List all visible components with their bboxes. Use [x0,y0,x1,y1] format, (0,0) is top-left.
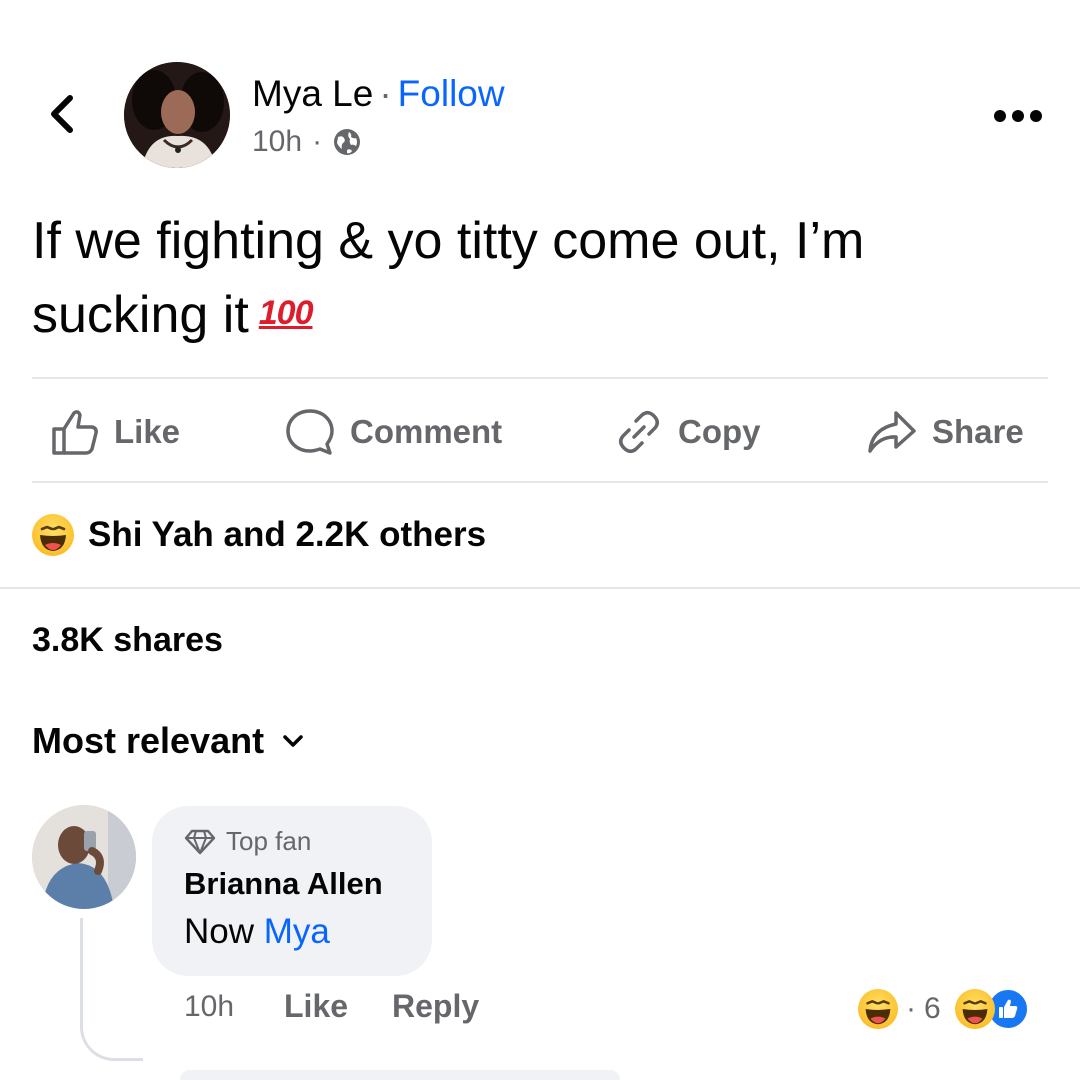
hundred-points-emoji: 100 [258,294,314,332]
reaction-count: 6 [924,992,941,1025]
comment-reply-button[interactable]: Reply [392,988,479,1025]
copy-label: Copy [678,413,761,450]
diamond-icon [184,829,216,854]
divider [0,587,1080,589]
post-text: If we fighting & yo titty come out, I’m … [32,205,1042,351]
divider [32,377,1048,379]
commenter-name[interactable]: Brianna Allen [184,866,383,902]
haha-emoji-icon [32,514,74,556]
comment-like-button[interactable]: Like [284,988,348,1025]
avatar-photo [124,62,230,168]
commenter-photo [32,805,136,909]
comment-label: Comment [350,413,503,450]
comment-icon [286,409,334,455]
share-label: Share [932,413,1024,450]
chevron-left-icon [51,95,73,133]
reaction-icons [954,988,1029,1030]
comment-text: Now Mya [184,912,330,952]
next-comment-preview [180,1070,620,1080]
comment-button[interactable]: Comment [284,404,502,460]
back-button[interactable] [40,92,84,136]
reaction-separator: · [906,992,916,1025]
sort-label: Most relevant [32,720,265,761]
mention-link[interactable]: Mya [264,912,330,951]
like-label: Like [114,413,181,450]
chevron-down-icon [283,735,303,747]
like-button[interactable]: Like [50,404,180,460]
shares-count[interactable]: 3.8K shares [32,621,223,660]
copy-link-button[interactable]: Copy [614,404,761,460]
post-body: If we fighting & yo titty come out, I’m … [32,212,865,344]
more-horizontal-icon [994,110,1042,122]
share-icon [868,411,916,453]
commenter-avatar[interactable] [32,805,136,909]
thumbs-up-icon [52,410,98,455]
comment-text-body: Now [184,912,255,951]
author-avatar[interactable] [124,62,230,168]
comment-sort-dropdown[interactable]: Most relevant [32,720,304,762]
haha-emoji-icon [858,989,898,1029]
comment-time[interactable]: 10h [184,990,234,1024]
more-options-button[interactable] [986,96,1050,136]
author-line: Mya Le · Follow [252,70,505,118]
post-meta: 10h · [252,122,362,162]
share-button[interactable]: Share [866,404,1024,460]
top-fan-badge: Top fan [184,826,311,857]
post-time[interactable]: 10h [252,122,302,162]
author-name[interactable]: Mya Le [252,73,373,114]
top-fan-label: Top fan [226,826,312,856]
reactions-summary-text: Shi Yah and 2.2K others [88,515,487,554]
comment-reactions[interactable]: · 6 [858,988,1029,1030]
separator-dot: · [379,73,392,114]
reactions-summary[interactable]: Shi Yah and 2.2K others [32,514,486,556]
follow-button[interactable]: Follow [398,73,505,114]
thread-connector [80,918,143,1061]
meta-separator-dot: · [312,125,323,158]
divider [32,481,1048,483]
haha-emoji-icon [954,989,995,1029]
globe-icon [334,129,361,155]
link-icon [619,411,659,453]
